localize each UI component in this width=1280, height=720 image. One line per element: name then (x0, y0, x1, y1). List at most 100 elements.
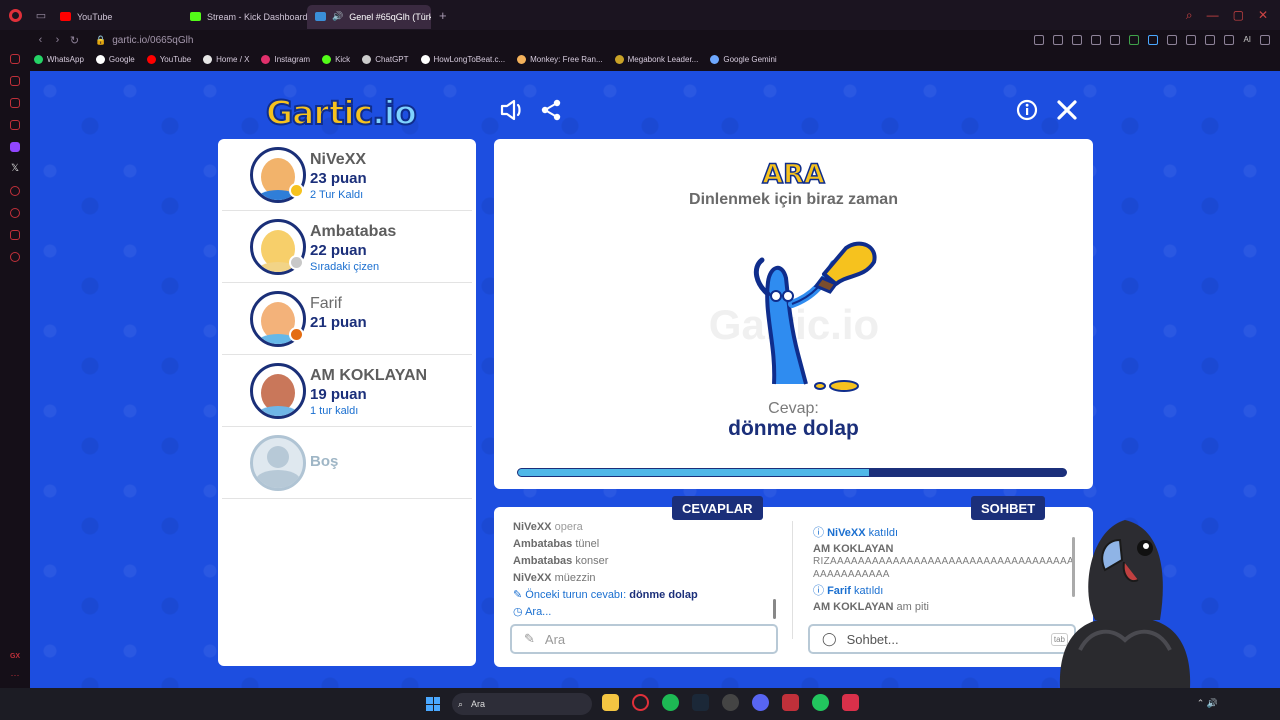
play-icon[interactable] (1091, 35, 1102, 45)
bookmark-item[interactable]: ChatGPT (362, 54, 409, 64)
player-avatar (250, 362, 306, 419)
previous-answer-label: Önceki turun cevabı: (525, 589, 627, 601)
extension-blue-icon[interactable] (1148, 35, 1159, 45)
heart-icon[interactable] (1110, 35, 1121, 45)
steam-icon[interactable] (692, 694, 709, 711)
download-icon[interactable] (1224, 35, 1235, 45)
window-controls: ⌕ — ▢ ✕ (1186, 8, 1280, 23)
tab-overview-icon[interactable]: ▭ (30, 0, 52, 30)
searching-label: Ara... (525, 606, 552, 618)
bookmark-item[interactable]: Megabonk Leader... (614, 54, 698, 64)
close-game-icon[interactable] (1056, 99, 1078, 127)
bookmark-item[interactable]: Kick (322, 54, 350, 64)
share-icon[interactable] (540, 99, 562, 127)
bookmark-item[interactable]: Google Gemini (710, 54, 777, 64)
bookmark-item[interactable]: WhatsApp (34, 54, 84, 64)
system-tray[interactable]: ⌃ 🔊 (1197, 698, 1218, 709)
answers-log: NiVeXX opera Ambatabas tünel Ambatabas kon… (513, 519, 783, 621)
tab-answers[interactable]: CEVAPLAR (672, 496, 763, 520)
answer-user: Ambatabas (513, 538, 573, 550)
address-bar: ‹ › ↻ 🔒 gartic.io/0665qGlh AI (0, 30, 1280, 50)
sidebar-x-icon[interactable]: 𝕏 (11, 164, 19, 174)
player-card[interactable]: Ambatabas 22 puan Sıradaki çizen (222, 211, 472, 283)
bookmark-item[interactable]: YouTube (146, 54, 191, 64)
close-icon[interactable]: ✕ (1258, 8, 1268, 23)
player-card[interactable]: NiVeXX 23 puan 2 Tur Kaldı (222, 139, 472, 211)
bookmark-label: WhatsApp (47, 54, 84, 64)
tab-chat[interactable]: SOHBET (971, 496, 1046, 520)
more-icon[interactable]: ··· (11, 670, 20, 680)
ai-button[interactable]: AI (1243, 35, 1251, 45)
taskbar-search[interactable]: ⌕ Ara (452, 693, 592, 715)
bookmark-favicon-icon (420, 54, 430, 64)
reload-icon[interactable]: ↻ (66, 34, 83, 47)
pin-icon[interactable] (1034, 35, 1045, 45)
tab-gartic[interactable]: 🔊 Genel #65qGlh (Türkç (307, 4, 431, 29)
menu-icon[interactable] (1260, 35, 1270, 45)
player-card[interactable]: Farif 21 puan (222, 283, 472, 355)
player-info: Farif 21 puan (310, 295, 367, 331)
bookmark-favicon-icon (203, 54, 213, 64)
sidebar-player-icon[interactable] (10, 186, 20, 196)
player-card[interactable]: AM KOKLAYAN 19 puan 1 tur kaldı (222, 355, 472, 427)
windows-start-icon[interactable] (426, 697, 440, 711)
player-info: NiVeXX 23 puan 2 Tur Kaldı (310, 151, 367, 201)
sidebar-history-icon[interactable] (10, 208, 20, 218)
bookmark-favicon-icon (95, 54, 105, 64)
voicemeeter-icon[interactable] (782, 694, 799, 711)
guess-input[interactable]: ✎ Ara (510, 624, 778, 654)
sidebar-bag-icon[interactable] (10, 76, 20, 86)
answers-scrollbar[interactable] (773, 599, 776, 619)
back-icon[interactable]: ‹ (32, 34, 49, 46)
tab-strip: ▭ YouTube Stream - Kick Dashboard 🔊 Gene… (0, 0, 1280, 30)
tab-youtube[interactable]: YouTube (52, 5, 182, 29)
bookmark-item[interactable]: Google (95, 54, 135, 64)
new-tab-plus-icon[interactable]: + (431, 8, 455, 23)
sidebar-music-icon[interactable] (10, 120, 20, 130)
player-status-badge (289, 255, 304, 270)
sidebar-messenger-icon[interactable] (10, 98, 20, 108)
extension-badge-icon[interactable] (1129, 35, 1140, 45)
bookmarks-bar: WhatsApp Google YouTube Home / X Instagram Ki… (30, 50, 1280, 68)
opera-logo-icon[interactable] (0, 0, 30, 30)
sidebar-home-icon[interactable] (10, 54, 20, 64)
opera-gx-icon[interactable] (632, 694, 649, 711)
sound-icon[interactable] (500, 99, 524, 127)
bookmark-item[interactable]: Home / X (203, 54, 249, 64)
url-field[interactable]: gartic.io/0665qGlh (112, 35, 193, 46)
forward-icon[interactable]: › (49, 34, 66, 46)
tab-kick-dashboard[interactable]: Stream - Kick Dashboard (182, 5, 307, 29)
file-explorer-icon[interactable] (602, 694, 619, 711)
discord-icon[interactable] (752, 694, 769, 711)
player-info: AM KOKLAYAN 19 puan 1 tur kaldı (310, 367, 427, 417)
obs-beta-icon[interactable] (812, 694, 829, 711)
chat-text: RIZAAAAAAAAAAAAAAAAAAAAAAAAAAAAAAAAAAAAA… (813, 556, 1074, 580)
answer-label: Cevap: (768, 400, 819, 417)
sidebar-twitch-icon[interactable] (10, 142, 20, 152)
gx-icon[interactable]: GX (10, 653, 20, 660)
bookmark-item[interactable]: Monkey: Free Ran... (517, 54, 603, 64)
player-status-badge (289, 183, 304, 198)
snapshot-icon[interactable] (1053, 35, 1064, 45)
profile-icon[interactable] (1205, 35, 1216, 45)
sidebar-extensions-icon[interactable] (10, 230, 20, 240)
bookmark-label: Instagram (274, 54, 311, 64)
bookmark-item[interactable]: HowLongToBeat.c... (420, 54, 505, 64)
answer-user: Ambatabas (513, 555, 573, 567)
audio-icon[interactable] (1167, 35, 1178, 45)
maximize-icon[interactable]: ▢ (1233, 8, 1244, 23)
valorant-icon[interactable] (842, 694, 859, 711)
chat-user: Farif (827, 585, 851, 597)
search-icon[interactable]: ⌕ (1186, 8, 1193, 23)
clock-app-icon[interactable] (722, 694, 739, 711)
player-status: Sıradaki çizen (310, 261, 380, 273)
chat-input[interactable]: ◯ Sohbet... tab (808, 624, 1076, 654)
spotify-icon[interactable] (662, 694, 679, 711)
puzzle-icon[interactable] (1186, 35, 1197, 45)
info-icon[interactable] (1016, 99, 1038, 127)
pocket-icon[interactable] (1072, 35, 1083, 45)
sidebar-settings-icon[interactable] (10, 252, 20, 262)
minimize-icon[interactable]: — (1207, 8, 1219, 23)
bookmark-item[interactable]: Instagram (261, 54, 311, 64)
chat-user: NiVeXX (827, 527, 866, 539)
